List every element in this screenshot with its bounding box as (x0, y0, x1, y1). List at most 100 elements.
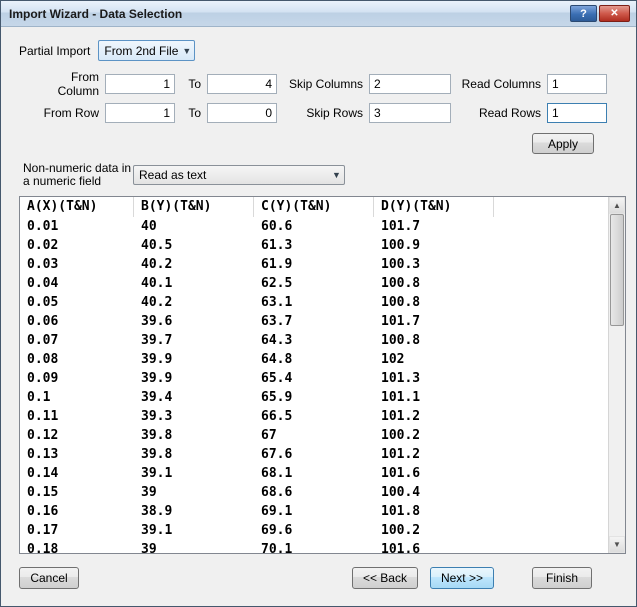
vertical-scrollbar[interactable]: ▲ ▼ (608, 197, 625, 553)
scrollbar-track[interactable] (609, 214, 625, 536)
table-cell: 39.7 (141, 333, 173, 348)
table-cell: 0.01 (27, 219, 59, 234)
table-cell: 0.12 (27, 428, 59, 443)
to-row-label: To (188, 105, 201, 120)
table-cell: 40.5 (141, 238, 173, 253)
titlebar[interactable]: Import Wizard - Data Selection ? ✕ (1, 1, 636, 27)
table-row[interactable]: 0.06 39.6 63.7 101.7 (20, 312, 608, 331)
close-button[interactable]: ✕ (599, 5, 630, 22)
read-rows-label: Read Rows (478, 105, 541, 120)
table-row[interactable]: 0.02 40.5 61.3 100.9 (20, 236, 608, 255)
table-row[interactable]: 0.15 39 68.6 100.4 (20, 483, 608, 502)
table-row[interactable]: 0.01 40 60.6 101.7 (20, 217, 608, 236)
table-cell: 0.08 (27, 352, 59, 367)
table-cell: 39.3 (141, 409, 173, 424)
skip-rows-label: Skip Rows (306, 105, 363, 120)
from-column-input[interactable] (105, 73, 175, 94)
table-cell: 39.9 (141, 352, 173, 367)
table-row[interactable]: 0.03 40.2 61.9 100.3 (20, 255, 608, 274)
skip-columns-input[interactable] (369, 73, 451, 94)
table-cell: 0.09 (27, 371, 59, 386)
footer-buttons: Cancel << Back Next >> Finish (19, 567, 592, 589)
table-cell: 39.1 (141, 523, 173, 538)
table-cell: 39.8 (141, 447, 173, 462)
partial-import-dropdown[interactable]: From 2nd File C ▼ (98, 40, 196, 61)
column-header[interactable]: A(X)(T&N) (20, 197, 134, 217)
table-cell: 63.1 (261, 295, 293, 310)
help-button[interactable]: ? (570, 5, 597, 22)
column-header[interactable]: C(Y)(T&N) (254, 197, 374, 217)
table-cell: 0.02 (27, 238, 59, 253)
caption-buttons: ? ✕ (570, 5, 630, 22)
table-cell: 100.2 (381, 428, 421, 443)
column-header[interactable]: B(Y)(T&N) (134, 197, 254, 217)
table-cell: 39 (141, 542, 157, 553)
table-row[interactable]: 0.09 39.9 65.4 101.3 (20, 369, 608, 388)
table-cell: 38.9 (141, 504, 173, 519)
from-row-input[interactable] (105, 102, 175, 123)
table-cell: 0.06 (27, 314, 59, 329)
column-header[interactable]: D(Y)(T&N) (374, 197, 494, 217)
finish-button[interactable]: Finish (532, 567, 592, 589)
table-cell: 40 (141, 219, 157, 234)
table-cell: 100.8 (381, 295, 421, 310)
to-column-input[interactable] (207, 73, 277, 94)
cancel-button[interactable]: Cancel (19, 567, 79, 589)
scrollbar-thumb[interactable] (610, 214, 624, 326)
chevron-down-icon: ▼ (332, 170, 341, 180)
table-cell: 40.2 (141, 257, 173, 272)
table-row[interactable]: 0.12 39.8 67 100.2 (20, 426, 608, 445)
table-cell: 100.2 (381, 523, 421, 538)
table-cell: 0.03 (27, 257, 59, 272)
table-row[interactable]: 0.11 39.3 66.5 101.2 (20, 407, 608, 426)
skip-rows-input[interactable] (369, 102, 451, 123)
back-button[interactable]: << Back (351, 567, 418, 589)
to-column-label: To (188, 76, 201, 91)
table-cell: 0.11 (27, 409, 59, 424)
to-row-input[interactable] (207, 102, 277, 123)
table-cell: 101.2 (381, 409, 421, 424)
table-cell: 0.18 (27, 542, 59, 553)
import-wizard-dialog: Import Wizard - Data Selection ? ✕ Parti… (0, 0, 637, 607)
table-cell: 0.07 (27, 333, 59, 348)
row-range-row: From Row To Skip Rows Read Rows (31, 102, 636, 123)
apply-row: Apply (1, 133, 594, 154)
table-cell: 0.05 (27, 295, 59, 310)
partial-import-row: Partial Import From 2nd File C ▼ (19, 40, 636, 61)
table-cell: 67.6 (261, 447, 293, 462)
table-cell: 101.8 (381, 504, 421, 519)
table-cell: 61.3 (261, 238, 293, 253)
table-row[interactable]: 0.17 39.1 69.6 100.2 (20, 521, 608, 540)
next-button[interactable]: Next >> (429, 567, 494, 589)
table-cell: 70.1 (261, 542, 293, 553)
scroll-down-button[interactable]: ▼ (609, 536, 625, 553)
from-row-label: From Row (43, 105, 99, 120)
non-numeric-dropdown[interactable]: Read as text ▼ (133, 165, 345, 185)
table-row[interactable]: 0.05 40.2 63.1 100.8 (20, 293, 608, 312)
scroll-up-button[interactable]: ▲ (609, 197, 625, 214)
table-row[interactable]: 0.1 39.4 65.9 101.1 (20, 388, 608, 407)
data-preview-table: A(X)(T&N) B(Y)(T&N) C(Y)(T&N) D(Y)(T&N) 0.0… (19, 196, 626, 554)
table-row[interactable]: 0.18 39 70.1 101.6 (20, 540, 608, 553)
table-cell: 100.8 (381, 333, 421, 348)
table-row[interactable]: 0.04 40.1 62.5 100.8 (20, 274, 608, 293)
table-cell: 40.1 (141, 276, 173, 291)
range-fields: From Column To Skip Columns Read Columns… (31, 70, 636, 131)
table-row[interactable]: 0.08 39.9 64.8 102 (20, 350, 608, 369)
table-cell: 0.04 (27, 276, 59, 291)
non-numeric-label-line2: a numeric field (23, 174, 102, 188)
table-row[interactable]: 0.14 39.1 68.1 101.6 (20, 464, 608, 483)
apply-button[interactable]: Apply (532, 133, 594, 154)
table-cell: 69.6 (261, 523, 293, 538)
table-row[interactable]: 0.16 38.9 69.1 101.8 (20, 502, 608, 521)
table-row[interactable]: 0.07 39.7 64.3 100.8 (20, 331, 608, 350)
read-columns-input[interactable] (547, 73, 607, 94)
table-grid: A(X)(T&N) B(Y)(T&N) C(Y)(T&N) D(Y)(T&N) 0.0… (20, 197, 608, 553)
table-cell: 102 (381, 352, 405, 367)
table-row[interactable]: 0.13 39.8 67.6 101.2 (20, 445, 608, 464)
table-cell: 64.8 (261, 352, 293, 367)
help-icon: ? (580, 7, 587, 20)
read-rows-input[interactable] (547, 102, 607, 123)
column-header-filler (494, 197, 608, 217)
table-cell: 60.6 (261, 219, 293, 234)
